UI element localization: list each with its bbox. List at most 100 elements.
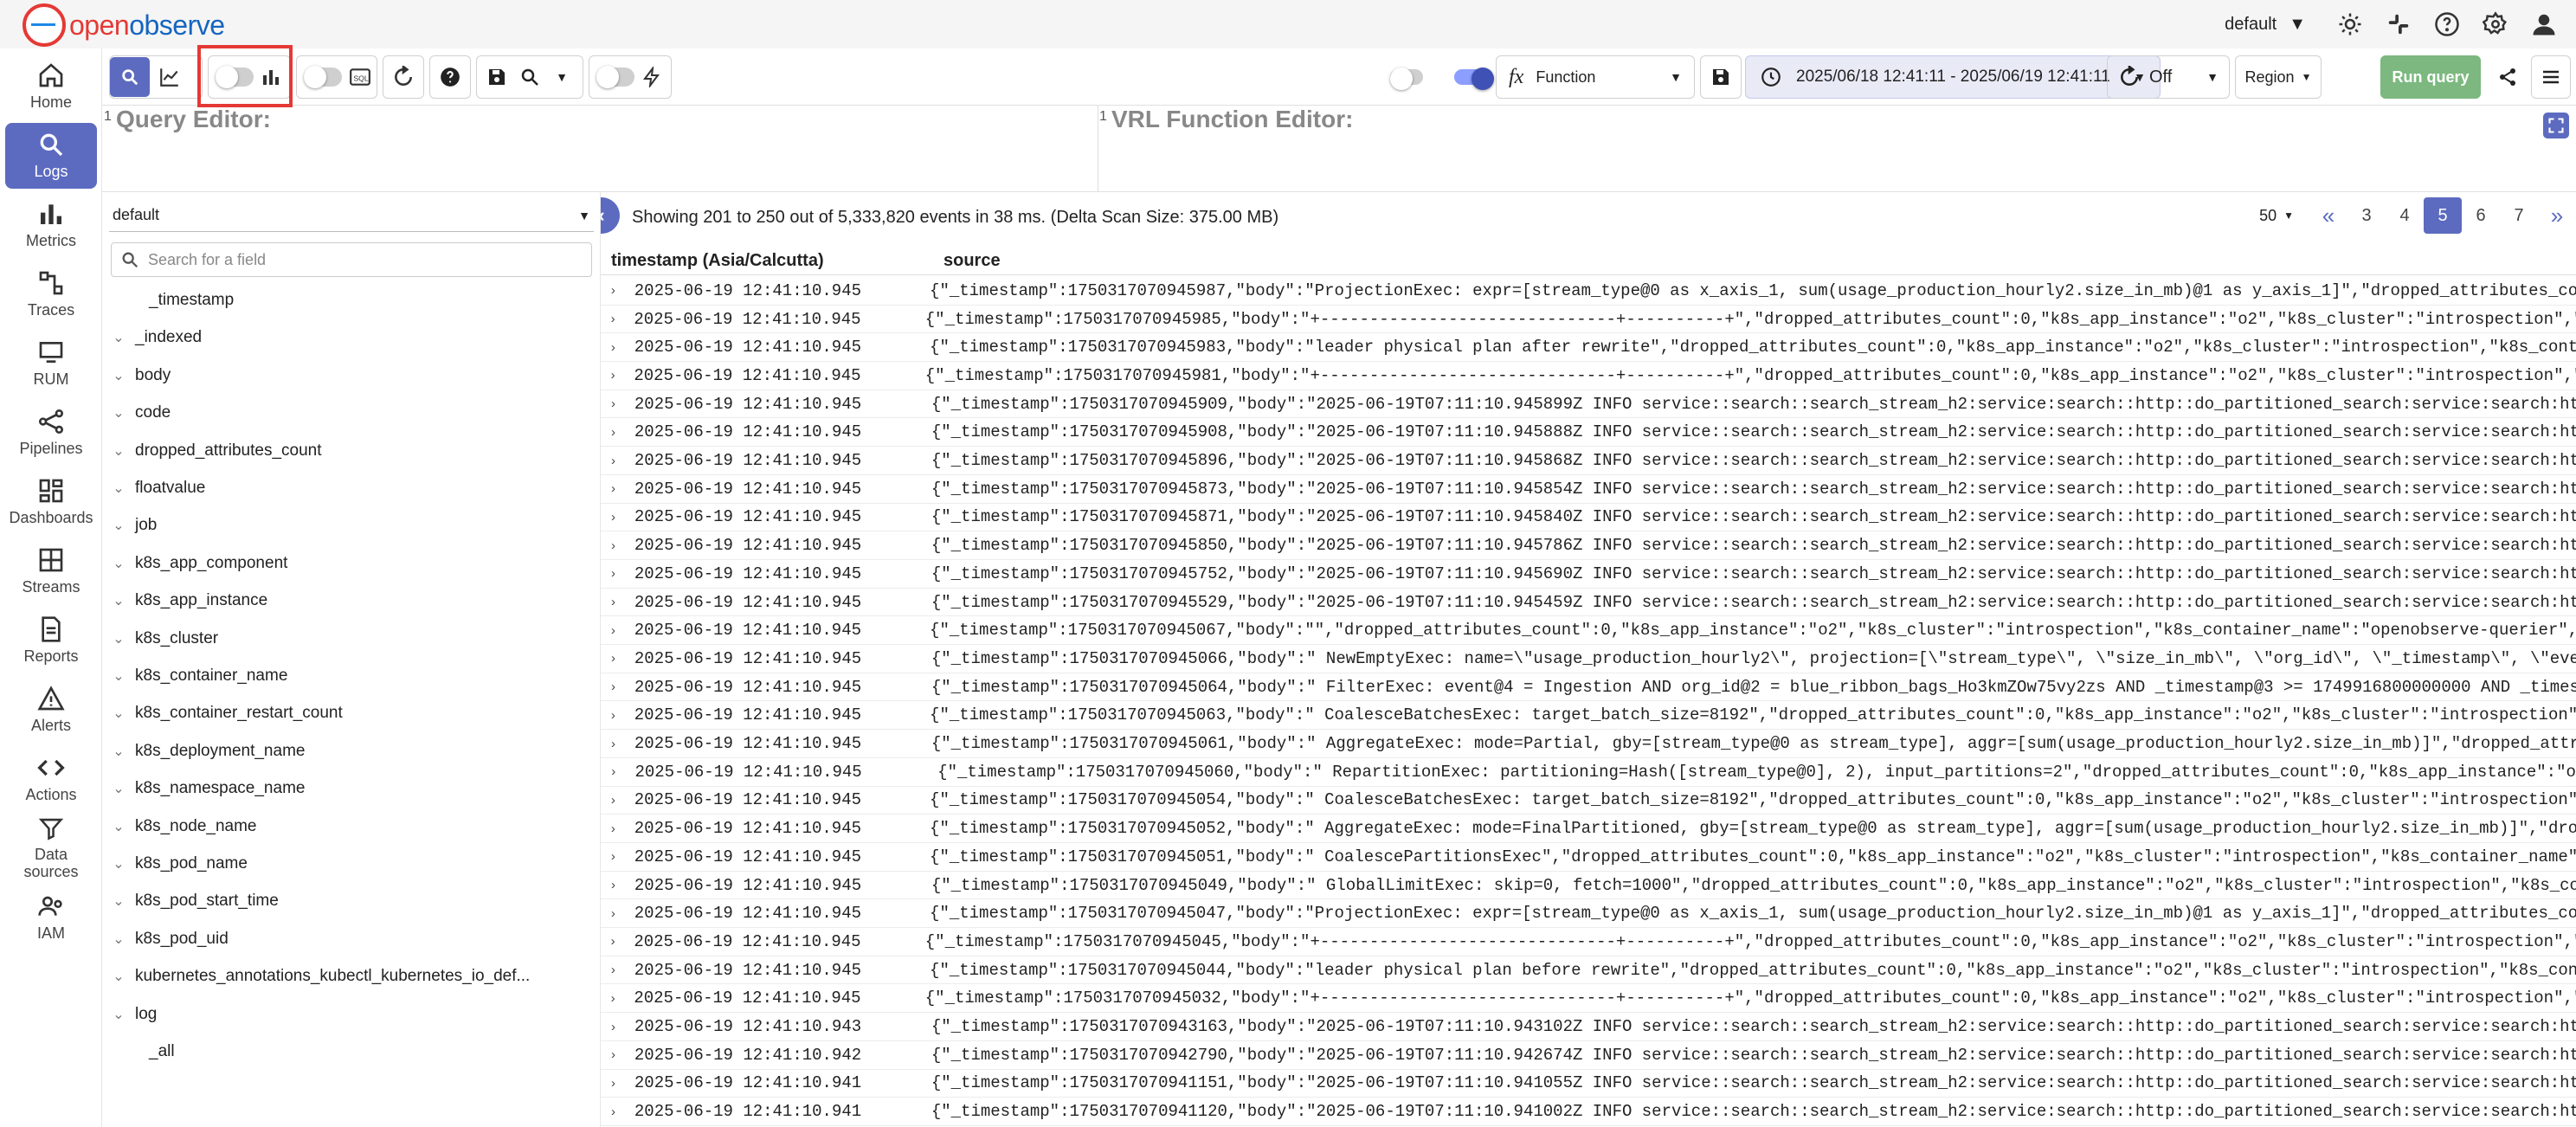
last-page-button[interactable]: » (2538, 197, 2576, 234)
expand-row-icon[interactable]: › (601, 368, 625, 383)
expand-row-icon[interactable]: › (601, 849, 626, 864)
field-item[interactable]: ⌄ k8s_namespace_name (102, 771, 601, 806)
table-row[interactable]: › 2025-06-19 12:41:10.945 {"_timestamp":17… (601, 504, 2576, 532)
theme-toggle-icon[interactable] (2335, 10, 2365, 39)
expand-row-icon[interactable]: › (601, 283, 626, 298)
table-row[interactable]: › 2025-06-19 12:41:10.945 {"_timestamp":17… (601, 956, 2576, 985)
expand-row-icon[interactable]: › (601, 934, 625, 949)
table-row[interactable]: › 2025-06-19 12:41:10.945 {"_timestamp":17… (601, 673, 2576, 702)
field-item[interactable]: _timestamp (102, 283, 601, 318)
field-item[interactable]: ⌄ kubernetes_annotations_kubectl_kubernet… (102, 959, 601, 994)
expand-row-icon[interactable]: › (601, 821, 626, 836)
table-row[interactable]: › 2025-06-19 12:41:10.945 {"_timestamp":17… (601, 447, 2576, 475)
saved-views-dropdown[interactable]: ▼ (543, 57, 581, 97)
field-item[interactable]: ⌄ k8s_cluster (102, 621, 601, 656)
vrl-function-editor[interactable] (1099, 106, 2528, 192)
field-item[interactable]: ⌄ log (102, 997, 601, 1032)
visualize-view-button[interactable] (150, 57, 190, 97)
field-item[interactable]: ⌄ k8s_pod_start_time (102, 884, 601, 918)
expand-row-icon[interactable]: › (601, 1104, 626, 1119)
expand-row-icon[interactable]: › (601, 708, 626, 723)
table-row[interactable]: › 2025-06-19 12:41:10.945 {"_timestamp":17… (601, 589, 2576, 617)
expand-row-icon[interactable]: › (601, 623, 626, 638)
expand-row-icon[interactable]: › (601, 1047, 626, 1062)
date-time-picker[interactable]: 2025/06/18 12:41:11 - 2025/06/19 12:41:1… (1745, 55, 2161, 99)
expand-row-icon[interactable]: › (601, 878, 626, 892)
nav-metrics[interactable]: Metrics (5, 192, 97, 258)
logs-view-button[interactable] (110, 57, 150, 97)
table-row[interactable]: › 2025-06-19 12:41:10.945 {"_timestamp":17… (601, 645, 2576, 673)
fullscreen-button[interactable] (2543, 113, 2569, 138)
table-row[interactable]: › 2025-06-19 12:41:10.945 {"_timestamp":17… (601, 390, 2576, 419)
table-row[interactable]: › 2025-06-19 12:41:10.945 {"_timestamp":17… (601, 843, 2576, 872)
nav-traces[interactable]: Traces (5, 261, 97, 327)
per-page-select[interactable]: 50 ▼ (2259, 207, 2294, 225)
collapse-fields-button[interactable]: ‹ (601, 197, 620, 234)
search-saved-views-button[interactable] (517, 57, 543, 97)
field-item[interactable]: ⌄ k8s_pod_name (102, 847, 601, 881)
save-view-button[interactable] (477, 57, 517, 97)
nav-pipelines[interactable]: Pipelines (5, 400, 97, 466)
nav-iam[interactable]: IAM (5, 885, 97, 950)
function-select[interactable]: fx Function ▼ (1496, 55, 1695, 99)
expand-row-icon[interactable]: › (601, 454, 626, 468)
table-row[interactable]: › 2025-06-19 12:41:10.945 {"_timestamp":17… (601, 277, 2576, 306)
table-row[interactable]: › 2025-06-19 12:41:10.945 {"_timestamp":17… (601, 616, 2576, 646)
nav-dashboards[interactable]: Dashboards (5, 469, 97, 535)
function-editor-toggle[interactable] (1454, 68, 1494, 90)
table-row[interactable]: › 2025-06-19 12:41:10.945 {"_timestamp":17… (601, 362, 2576, 390)
table-row[interactable]: › 2025-06-19 12:41:10.945 {"_timestamp":17… (601, 928, 2576, 956)
table-row[interactable]: › 2025-06-19 12:41:10.945 {"_timestamp":17… (601, 985, 2576, 1014)
table-row[interactable]: › 2025-06-19 12:41:10.945 {"_timestamp":17… (601, 730, 2576, 758)
field-item[interactable]: ⌄ body (102, 358, 601, 393)
expand-row-icon[interactable]: › (601, 793, 626, 808)
page-button[interactable]: 6 (2462, 197, 2500, 234)
query-editor[interactable] (102, 106, 1098, 192)
table-row[interactable]: › 2025-06-19 12:41:10.945 {"_timestamp":17… (601, 815, 2576, 843)
expand-row-icon[interactable]: › (601, 481, 626, 496)
wrap-toggle[interactable] (1390, 68, 1423, 90)
org-selector[interactable]: default ▼ (2225, 15, 2306, 35)
auto-refresh-select[interactable]: Off ▼ (2107, 55, 2230, 99)
expand-row-icon[interactable]: › (601, 340, 626, 355)
expand-row-icon[interactable]: › (601, 679, 626, 694)
save-function-button[interactable] (1700, 55, 1742, 99)
nav-actions[interactable]: Actions (5, 746, 97, 812)
expand-row-icon[interactable]: › (601, 312, 625, 326)
expand-row-icon[interactable]: › (601, 906, 626, 921)
table-row[interactable]: › 2025-06-19 12:41:10.945 {"_timestamp":17… (601, 758, 2576, 787)
region-select[interactable]: Region ▼ (2235, 55, 2322, 99)
field-item[interactable]: ⌄ k8s_app_instance (102, 583, 601, 618)
stream-select[interactable]: default ▼ (109, 199, 594, 232)
expand-row-icon[interactable]: › (601, 1076, 626, 1091)
table-row[interactable]: › 2025-06-19 12:41:10.945 {"_timestamp":17… (601, 531, 2576, 560)
syntax-guide-button[interactable] (429, 55, 471, 99)
run-query-button[interactable]: Run query (2380, 55, 2481, 99)
nav-alerts[interactable]: Alerts (5, 677, 97, 743)
expand-row-icon[interactable]: › (601, 595, 626, 609)
expand-row-icon[interactable]: › (601, 963, 626, 977)
nav-data-sources[interactable]: Data sources (5, 815, 97, 881)
table-row[interactable]: › 2025-06-19 12:41:10.942 {"_timestamp":17… (601, 1041, 2576, 1070)
field-item[interactable]: ⌄ k8s_node_name (102, 809, 601, 844)
page-button[interactable]: 3 (2347, 197, 2386, 234)
field-item[interactable]: ⌄ k8s_app_component (102, 546, 601, 581)
field-item[interactable]: _all (102, 1034, 601, 1069)
field-item[interactable]: ⌄ job (102, 508, 601, 543)
sql-mode-toggle[interactable] (304, 66, 342, 88)
expand-row-icon[interactable]: › (601, 651, 626, 666)
expand-row-icon[interactable]: › (601, 566, 626, 581)
nav-reports[interactable]: Reports (5, 608, 97, 673)
help-icon[interactable] (2432, 10, 2462, 39)
expand-row-icon[interactable]: › (601, 396, 626, 411)
expand-row-icon[interactable]: › (601, 737, 626, 751)
settings-gear-icon[interactable] (2481, 10, 2510, 39)
page-button[interactable]: 7 (2500, 197, 2538, 234)
nav-streams[interactable]: Streams (5, 538, 97, 604)
first-page-button[interactable]: « (2309, 197, 2347, 234)
field-item[interactable]: ⌄ k8s_container_name (102, 659, 601, 693)
table-row[interactable]: › 2025-06-19 12:41:10.945 {"_timestamp":17… (601, 475, 2576, 504)
field-item[interactable]: ⌄ floatvalue (102, 471, 601, 506)
expand-row-icon[interactable]: › (601, 764, 626, 779)
nav-rum[interactable]: RUM (5, 331, 97, 396)
